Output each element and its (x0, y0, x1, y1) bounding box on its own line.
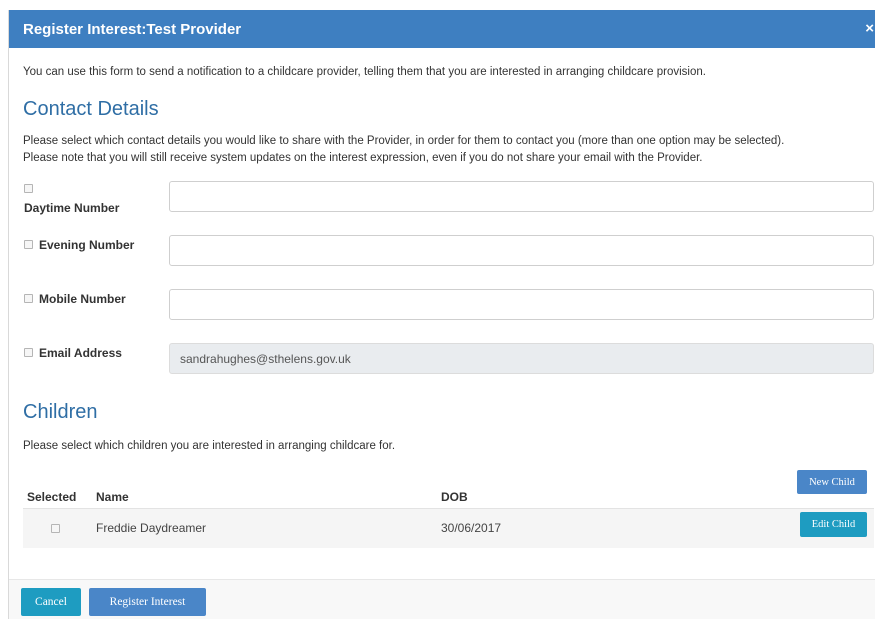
child-name: Freddie Daydreamer (96, 521, 207, 535)
table-row: Freddie Daydreamer 30/06/2017 Edit Child (23, 508, 874, 548)
modal-footer: Cancel Register Interest (9, 579, 875, 619)
child-select-checkbox[interactable] (51, 524, 60, 533)
children-help-text: Please select which children you are int… (23, 440, 396, 452)
cancel-button[interactable]: Cancel (21, 588, 81, 616)
contact-help-line-2: Please note that you will still receive … (23, 152, 703, 164)
name-column-header: Name (96, 490, 129, 504)
register-interest-modal: Register Interest:Test Provider × You ca… (8, 10, 875, 619)
mobile-number-input[interactable] (169, 289, 874, 320)
child-dob: 30/06/2017 (441, 521, 502, 535)
new-child-button[interactable]: New Child (797, 470, 867, 494)
email-address-label: Email Address (39, 346, 122, 360)
modal-title: Register Interest:Test Provider (23, 21, 242, 38)
children-table-header: Selected Name DOB New Child (23, 470, 874, 508)
intro-text: You can use this form to send a notifica… (23, 66, 706, 78)
contact-help-line-1: Please select which contact details you … (23, 135, 785, 147)
close-icon[interactable]: × (865, 20, 874, 37)
register-interest-button[interactable]: Register Interest (89, 588, 206, 616)
evening-number-input[interactable] (169, 235, 874, 266)
daytime-number-checkbox[interactable] (24, 184, 33, 193)
evening-number-label: Evening Number (39, 238, 135, 252)
children-heading: Children (23, 401, 98, 423)
email-address-input (169, 343, 874, 374)
dob-column-header: DOB (441, 490, 468, 504)
evening-number-checkbox[interactable] (24, 240, 33, 249)
daytime-number-label: Daytime Number (24, 201, 120, 215)
daytime-number-input[interactable] (169, 181, 874, 212)
mobile-number-checkbox[interactable] (24, 294, 33, 303)
email-address-checkbox[interactable] (24, 348, 33, 357)
contact-details-heading: Contact Details (23, 98, 159, 120)
mobile-number-label: Mobile Number (39, 292, 126, 306)
modal-header: Register Interest:Test Provider × (9, 10, 875, 48)
edit-child-button[interactable]: Edit Child (800, 512, 867, 537)
selected-column-header: Selected (27, 490, 77, 504)
